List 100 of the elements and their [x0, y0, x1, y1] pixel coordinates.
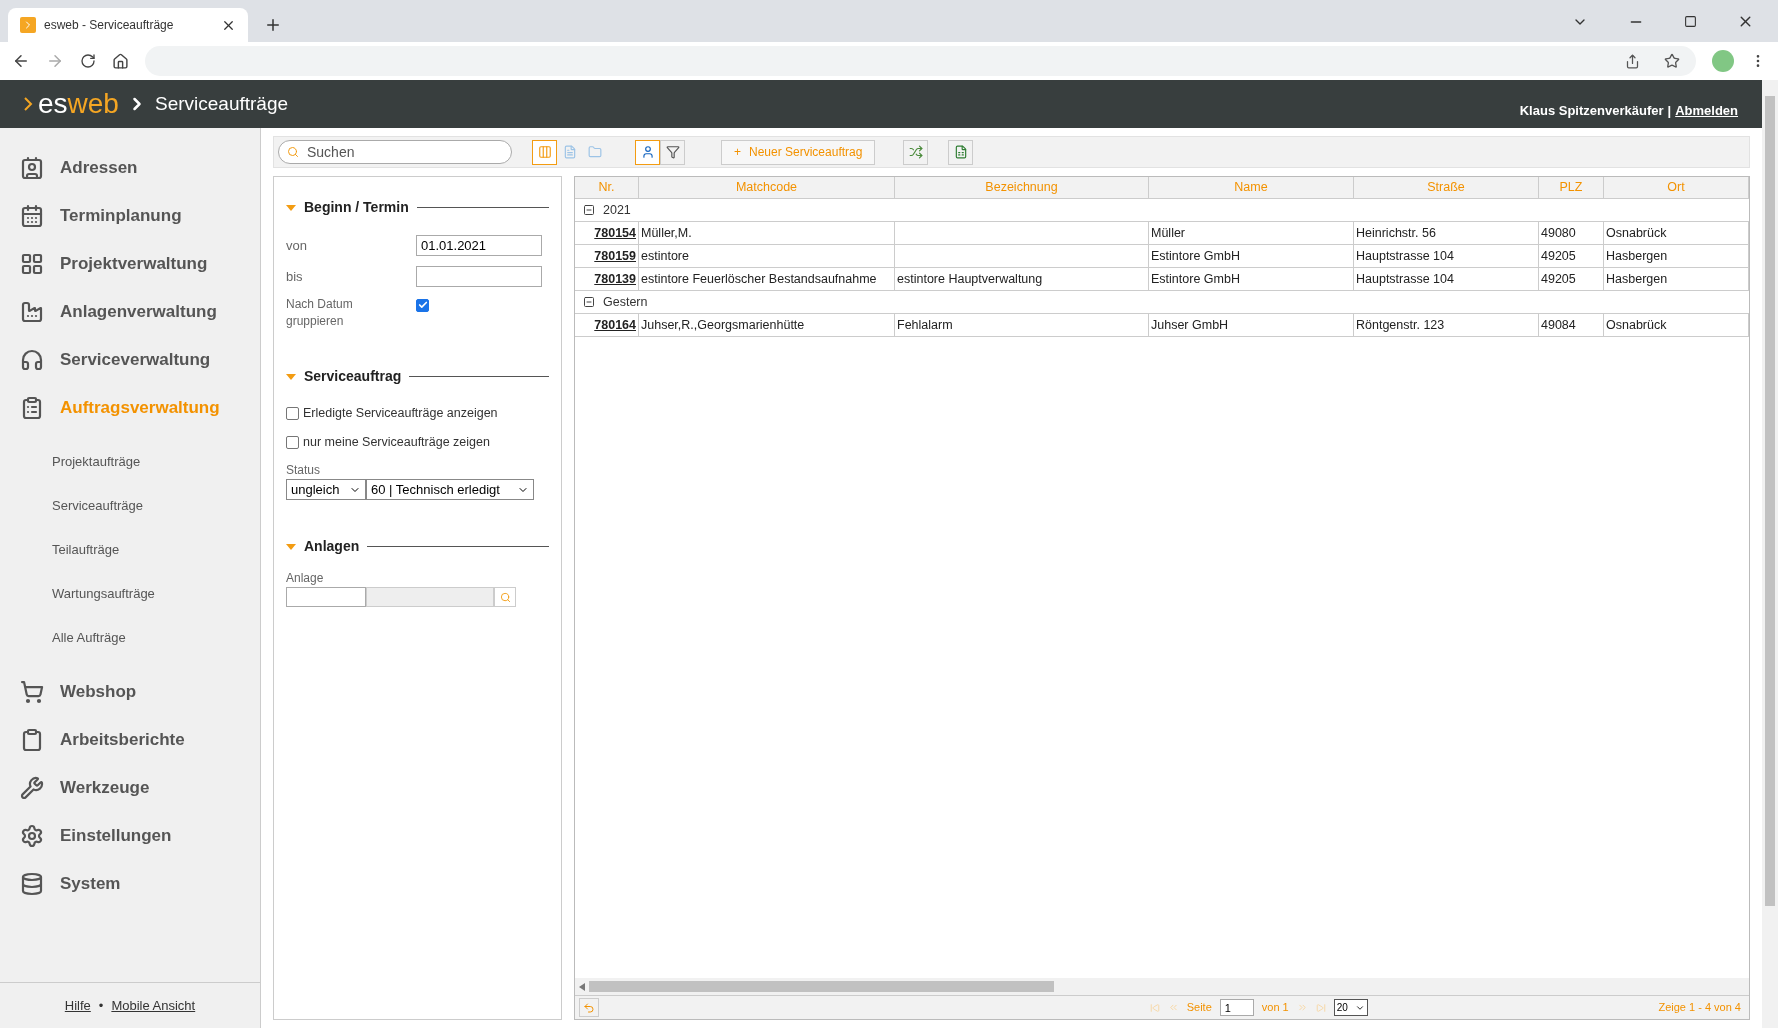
vertical-scrollbar[interactable] [1762, 80, 1778, 1028]
checkbox[interactable] [286, 407, 299, 420]
nav-item[interactable]: Serviceverwaltung [20, 336, 260, 384]
triangle-icon[interactable] [286, 373, 296, 380]
reload-icon[interactable] [80, 53, 96, 69]
contact-card-icon [20, 156, 44, 180]
table-cell-text: estintore [641, 247, 689, 265]
table-cell-text: Hasbergen [1606, 270, 1668, 288]
logo-arrows-icon [24, 95, 34, 112]
nav-item[interactable]: Einstellungen [20, 812, 260, 860]
horizontal-scrollbar[interactable] [575, 978, 1749, 995]
export-button[interactable] [948, 139, 974, 165]
nav-item[interactable]: Projektverwaltung [20, 240, 260, 288]
section-title: Beginn / Termin [304, 198, 409, 217]
calendar-icon [20, 204, 44, 228]
nav-item[interactable]: Adressen [20, 144, 260, 192]
checkbox-label: Erledigte Serviceaufträge anzeigen [303, 405, 498, 423]
checkbox[interactable] [286, 436, 299, 449]
page-size-select[interactable]: 20 [1333, 999, 1368, 1016]
search-field[interactable]: Suchen [278, 140, 512, 164]
sub-nav-item[interactable]: Projektaufträge [52, 452, 141, 472]
group-label: Gestern [603, 293, 648, 311]
table-cell-text: 49080 [1541, 224, 1576, 242]
help-link[interactable]: Hilfe [64, 995, 91, 1016]
browser-tab[interactable]: esweb - Serviceaufträge [8, 8, 248, 42]
field-label: bis [286, 267, 304, 286]
search-icon [499, 591, 511, 603]
list-icon [20, 396, 44, 420]
table-cell-text: Müller [1151, 224, 1186, 242]
section-title: Serviceauftrag [304, 367, 402, 386]
collapse-icon[interactable] [583, 296, 595, 308]
logo[interactable]: esweb [38, 89, 119, 118]
table-cell-text: 49205 [1541, 270, 1576, 288]
share-icon[interactable] [1625, 53, 1640, 69]
folder-icon [587, 145, 602, 159]
order-number-link[interactable]: 780154 [594, 223, 636, 243]
table-cell-text: estintore Feuerlöscher Bestandsaufnahme [641, 270, 877, 288]
page-field[interactable]: 1 [1219, 999, 1254, 1016]
table-cell-text: Estintore GmbH [1151, 247, 1240, 265]
sub-nav-item[interactable]: Alle Aufträge [52, 628, 126, 648]
page-title: Serviceaufträge [154, 91, 289, 116]
table-cell-text: Estintore GmbH [1151, 270, 1240, 288]
filter-icon [665, 145, 680, 159]
avatar[interactable] [1712, 50, 1734, 72]
sub-nav-item[interactable]: Teilaufträge [52, 540, 120, 560]
filter-toggle[interactable] [635, 139, 660, 165]
nav-item[interactable]: Webshop [20, 668, 260, 716]
triangle-icon[interactable] [286, 543, 296, 550]
table-cell-text: Fehlalarm [897, 316, 953, 334]
spreadsheet-icon [953, 145, 968, 159]
search-icon [287, 146, 299, 158]
mobile-view-link[interactable]: Mobile Ansicht [111, 995, 196, 1016]
back-icon[interactable] [12, 52, 30, 70]
table-cell-text: Hasbergen [1606, 247, 1668, 265]
columns-icon [537, 145, 552, 159]
operator-select[interactable]: ungleich [286, 479, 366, 500]
maximize-icon[interactable] [1684, 15, 1697, 28]
nav-item[interactable]: System [20, 860, 260, 908]
tab-title: esweb - Serviceaufträge [44, 17, 175, 34]
field-label: Nach Datum gruppieren [286, 296, 354, 330]
status-select[interactable]: 60 | Technisch erledigt [366, 479, 534, 500]
nav-item[interactable]: Terminplanung [20, 192, 260, 240]
nav-item[interactable]: Arbeitsberichte [20, 716, 260, 764]
lookup-button[interactable] [494, 587, 516, 607]
view-toggle[interactable] [532, 139, 557, 165]
record-summary: Zeige 1 - 4 von 4 [1658, 1000, 1741, 1016]
sub-nav-item[interactable]: Wartungsaufträge [52, 584, 155, 604]
home-icon[interactable] [112, 52, 129, 70]
order-number-link[interactable]: 780159 [594, 246, 636, 266]
table-cell-text: Juhser GmbH [1151, 316, 1229, 334]
assign-button[interactable] [903, 139, 929, 165]
nav-item[interactable]: Anlagenverwaltung [20, 288, 260, 336]
date-field[interactable]: 01.01.2021 [416, 235, 542, 256]
field-label: Status [286, 462, 322, 479]
grid-icon [20, 252, 44, 276]
headset-icon [20, 348, 44, 372]
person-icon [640, 145, 655, 159]
settings-icon [20, 824, 44, 848]
new-tab-icon[interactable] [264, 16, 282, 34]
separator: | [1667, 101, 1672, 120]
field-label: Anlage [286, 570, 325, 587]
date-field[interactable] [416, 266, 542, 287]
checkbox[interactable] [416, 298, 429, 312]
plant-field[interactable] [286, 587, 366, 607]
triangle-icon[interactable] [286, 204, 296, 211]
star-icon[interactable] [1664, 53, 1680, 69]
logout-link[interactable]: Abmelden [1675, 100, 1738, 120]
sub-nav-item[interactable]: Serviceaufträge [52, 496, 144, 516]
order-number-link[interactable]: 780164 [594, 315, 636, 335]
undo-icon [583, 1001, 595, 1014]
table-cell-text: Osnabrück [1606, 316, 1667, 334]
filter-toggle[interactable] [660, 139, 685, 165]
tools-icon [20, 776, 44, 800]
undo-button[interactable] [579, 998, 599, 1017]
order-number-link[interactable]: 780139 [594, 269, 636, 289]
table-cell-text: 49205 [1541, 247, 1576, 265]
collapse-icon[interactable] [583, 204, 595, 216]
scroll-left-icon[interactable] [579, 982, 585, 991]
forward-icon[interactable] [46, 52, 64, 70]
nav-item[interactable]: Werkzeuge [20, 764, 260, 812]
